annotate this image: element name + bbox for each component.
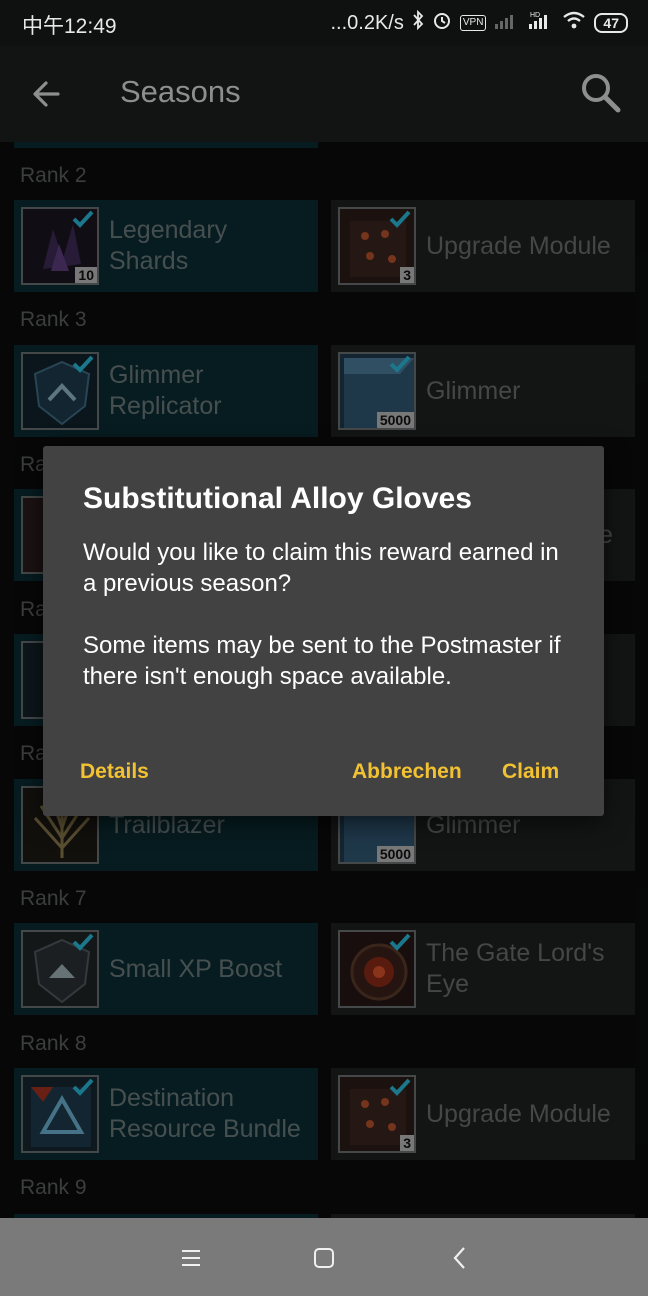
status-time: 中午12:49 (22, 15, 117, 38)
menu-icon[interactable] (175, 1242, 207, 1274)
svg-text:HD: HD (530, 12, 540, 19)
battery-indicator: 47 (594, 13, 628, 33)
dialog-message-line: Some items may be sent to the Postmaster… (83, 632, 561, 690)
vpn-badge: VPN (459, 15, 487, 31)
system-nav-bar (0, 1218, 648, 1296)
details-button[interactable]: Details (80, 760, 149, 784)
wifi-icon (562, 10, 586, 36)
network-speed: ...0.2K/s (330, 11, 404, 34)
cancel-button[interactable]: Abbrechen (352, 760, 462, 784)
chevron-left-icon[interactable] (444, 1242, 476, 1274)
app-bar: Seasons (0, 46, 648, 142)
signal-hd-icon: HD (528, 10, 554, 36)
dialog-message: Would you like to claim this reward earn… (83, 537, 573, 692)
claim-reward-dialog: Substitutional Alloy Gloves Would you li… (43, 446, 604, 816)
dialog-title: Substitutional Alloy Gloves (83, 482, 472, 515)
arrow-left-icon[interactable] (22, 70, 70, 118)
dialog-message-line: Would you like to claim this reward earn… (83, 539, 559, 597)
status-bar: 中午12:49 ...0.2K/s VPN HD 47 (0, 0, 648, 46)
status-icons: ...0.2K/s VPN HD 47 (330, 9, 628, 36)
claim-button[interactable]: Claim (502, 760, 559, 784)
square-home-icon[interactable] (308, 1242, 340, 1274)
signal-icon (494, 10, 520, 36)
alarm-icon (432, 10, 452, 36)
search-icon[interactable] (576, 68, 626, 118)
bluetooth-icon (412, 9, 424, 36)
page-title: Seasons (120, 74, 241, 109)
